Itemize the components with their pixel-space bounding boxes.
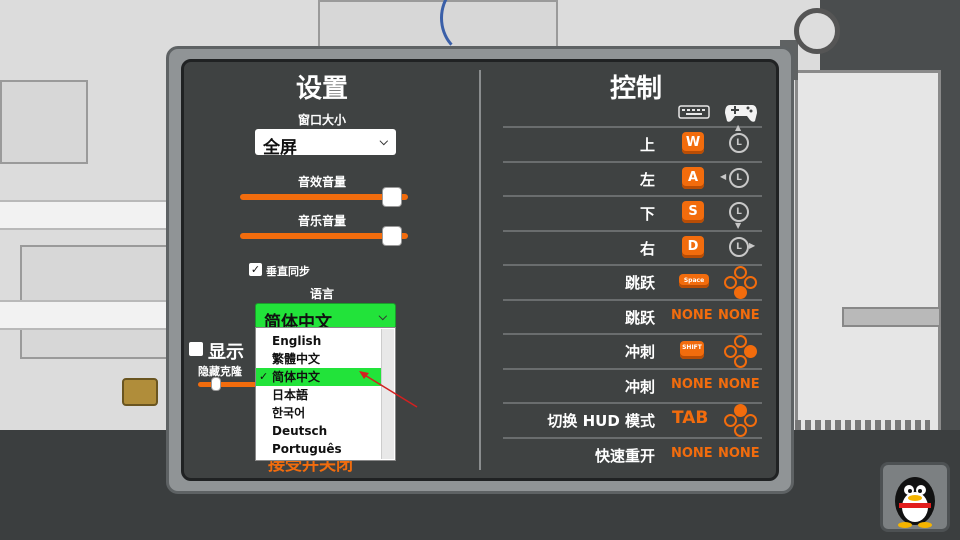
background-panel	[0, 80, 88, 164]
row-divider	[503, 195, 762, 197]
gamepad-binding-none[interactable]: NONE	[718, 377, 760, 392]
control-action-label: 右	[639, 239, 655, 258]
keyboard-binding-shift[interactable]: SHIFT	[680, 341, 704, 359]
show-option-checkbox[interactable]	[189, 342, 203, 356]
row-divider	[503, 436, 762, 439]
control-action-label: 跳跃	[624, 308, 655, 327]
language-option-label: English	[272, 334, 322, 348]
face-buttons-icon[interactable]	[724, 335, 757, 368]
keyboard-binding-none[interactable]: NONE	[671, 446, 713, 461]
music-volume-label: 音乐音量	[297, 214, 346, 228]
control-action-label: 跳跃	[624, 274, 655, 292]
face-button-circle	[734, 286, 747, 299]
keyboard-binding-s[interactable]: S	[682, 201, 704, 223]
hide-clone-thumb[interactable]	[212, 378, 220, 390]
keyboard-binding-space[interactable]: Space	[679, 274, 709, 288]
settings-title: 设置	[295, 74, 348, 104]
language-option-label: 한국어	[272, 406, 306, 420]
background-strip	[0, 300, 166, 330]
language-select[interactable]: 简体中文 ⌵	[255, 303, 396, 333]
gamepad-icon	[725, 105, 757, 122]
hide-clone-label: 隐藏克隆	[198, 365, 242, 378]
control-action-label: 左	[639, 170, 655, 189]
vsync-label: 垂直同步	[266, 265, 310, 278]
keyboard-binding-none[interactable]: NONE	[671, 377, 713, 392]
barrel	[122, 378, 158, 406]
control-action-label: 冲刺	[624, 343, 655, 361]
face-buttons-icon[interactable]	[724, 404, 757, 437]
chevron-down-icon: ⌵	[379, 135, 388, 148]
qq-button[interactable]	[880, 462, 950, 532]
language-option-label: Deutsch	[272, 424, 328, 438]
face-buttons-icon[interactable]	[724, 266, 757, 299]
hide-clone-slider[interactable]	[198, 378, 258, 390]
window-size-label: 窗口大小	[297, 113, 346, 127]
background-shaft	[795, 70, 941, 436]
language-label: 语言	[309, 287, 334, 301]
sfx-volume-slider[interactable]	[240, 188, 408, 206]
left-stick-down-icon[interactable]: L	[729, 202, 749, 222]
language-option-label: 繁體中文	[272, 352, 321, 366]
left-stick-right-icon[interactable]: L	[729, 236, 749, 257]
language-option-english[interactable]: English	[256, 332, 382, 350]
control-action-label: 上	[639, 136, 655, 154]
left-stick-up-icon[interactable]: L	[729, 133, 749, 153]
gamepad-binding-none[interactable]: NONE	[718, 308, 760, 323]
window-size-value: 全屏	[263, 138, 297, 158]
language-option-label: 日本語	[272, 388, 309, 402]
control-action-label: 快速重开	[594, 446, 655, 465]
keyboard-binding-tab[interactable]: TAB	[672, 408, 708, 428]
row-divider	[503, 126, 762, 128]
keyboard-icon	[678, 105, 710, 119]
controls-title: 控制	[609, 74, 662, 104]
language-option-label: Português	[272, 442, 342, 456]
background-ledge	[842, 307, 941, 327]
keyboard-binding-w[interactable]: W	[682, 132, 704, 154]
face-button-circle	[734, 424, 747, 437]
language-option-portuguese[interactable]: Português	[256, 440, 382, 458]
background-strip	[0, 200, 166, 230]
row-divider	[503, 298, 762, 301]
chevron-down-icon: ⌵	[378, 310, 387, 323]
show-option-label: 显示	[208, 342, 244, 363]
penguin-icon	[895, 477, 935, 528]
control-action-label: 切换 HUD 模式	[547, 412, 655, 430]
stick-direction-arrow-icon: ◀	[720, 171, 727, 181]
column-divider	[479, 70, 481, 470]
face-button-circle	[744, 414, 757, 427]
music-volume-slider[interactable]	[240, 227, 408, 245]
stick-direction-arrow-icon: ▶	[749, 240, 756, 250]
face-button-circle	[734, 355, 747, 368]
background-panel	[318, 0, 558, 50]
red-arrow-annotation	[359, 371, 418, 408]
valve-wheel	[794, 8, 840, 54]
keyboard-binding-a[interactable]: A	[682, 166, 704, 189]
sfx-volume-thumb[interactable]	[382, 188, 401, 206]
face-button-circle	[744, 345, 757, 358]
window-size-select[interactable]: 全屏 ⌵	[255, 129, 396, 158]
stick-direction-arrow-icon: ▲	[735, 123, 742, 132]
vsync-checkbox[interactable]: ✓	[249, 263, 262, 276]
row-divider	[503, 160, 762, 163]
language-option-german[interactable]: Deutsch	[256, 422, 382, 440]
row-divider	[503, 367, 762, 370]
music-volume-thumb[interactable]	[382, 227, 401, 245]
control-action-label: 下	[639, 205, 655, 223]
keyboard-binding-d[interactable]: D	[682, 235, 704, 258]
gamepad-binding-none[interactable]: NONE	[718, 446, 760, 461]
sfx-volume-label: 音效音量	[297, 175, 346, 189]
language-option-label: 简体中文	[272, 370, 321, 384]
control-action-label: 冲刺	[624, 377, 655, 396]
keyboard-binding-none[interactable]: NONE	[671, 308, 713, 323]
left-stick-left-icon[interactable]: L	[729, 167, 749, 188]
checkmark-icon: ✓	[259, 370, 269, 383]
face-button-circle	[744, 276, 757, 289]
row-divider	[503, 229, 762, 232]
